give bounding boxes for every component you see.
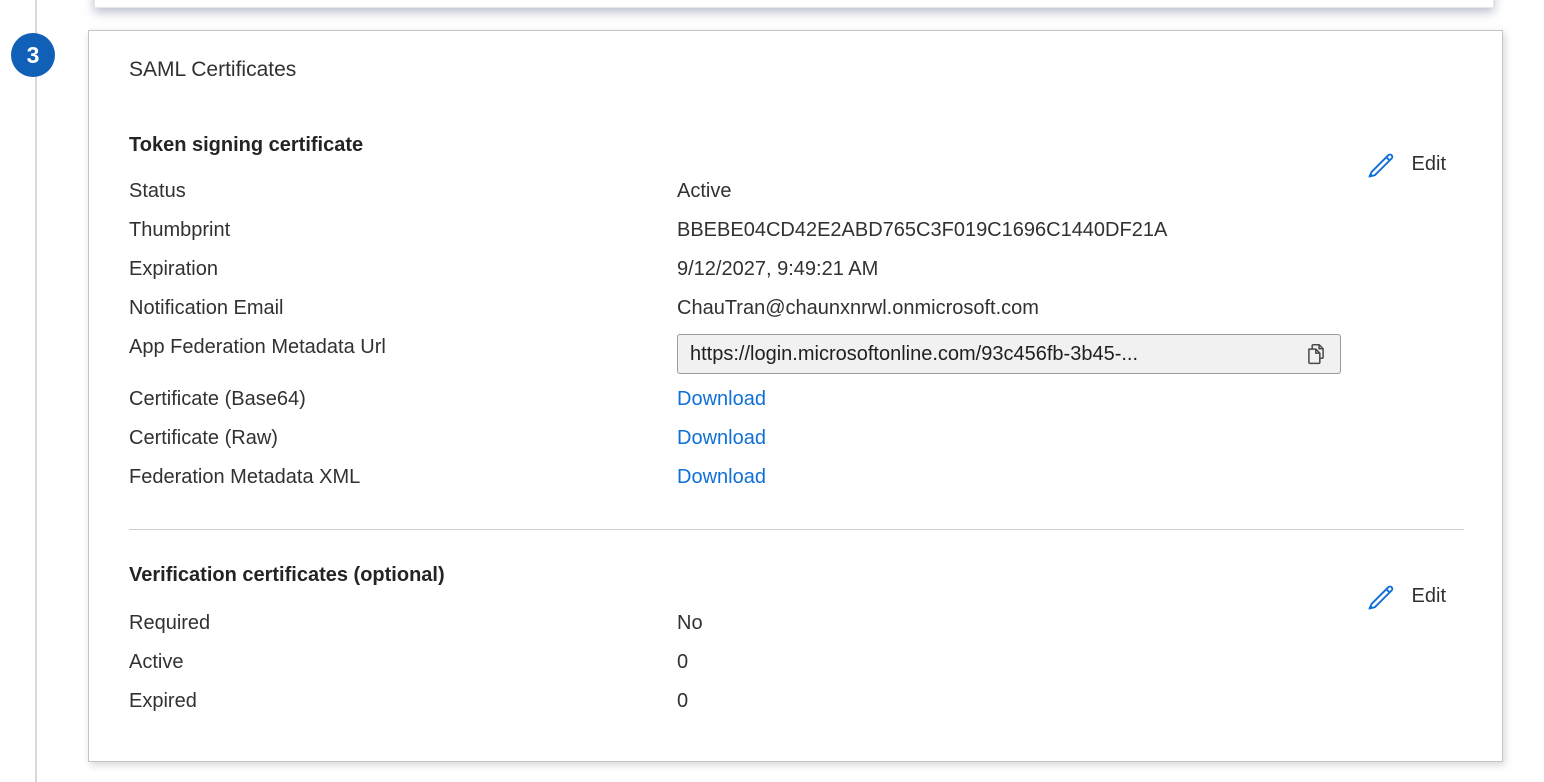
certificate-base64-row: Certificate (Base64) Download bbox=[129, 380, 1341, 419]
certificate-raw-row: Certificate (Raw) Download bbox=[129, 419, 1341, 458]
thumbprint-row: Thumbprint BBEBE04CD42E2ABD765C3F019C169… bbox=[129, 211, 1341, 250]
card-title: SAML Certificates bbox=[129, 58, 296, 82]
federation-metadata-xml-row: Federation Metadata XML Download bbox=[129, 458, 1341, 497]
token-signing-rows: Status Active Thumbprint BBEBE04CD42E2AB… bbox=[129, 172, 1341, 497]
status-row: Status Active bbox=[129, 172, 1341, 211]
step-timeline-line bbox=[35, 0, 37, 782]
app-federation-metadata-url-row: App Federation Metadata Url https://logi… bbox=[129, 328, 1341, 380]
required-label: Required bbox=[129, 604, 677, 643]
notification-email-label: Notification Email bbox=[129, 289, 677, 328]
required-value: No bbox=[677, 604, 703, 643]
previous-card-bottom-edge bbox=[94, 0, 1494, 8]
expired-row: Expired 0 bbox=[129, 682, 703, 721]
download-certificate-base64-link[interactable]: Download bbox=[677, 380, 766, 419]
step-number: 3 bbox=[27, 42, 40, 69]
active-value: 0 bbox=[677, 643, 688, 682]
expiration-row: Expiration 9/12/2027, 9:49:21 AM bbox=[129, 250, 1341, 289]
notification-email-row: Notification Email ChauTran@chaunxnrwl.o… bbox=[129, 289, 1341, 328]
thumbprint-label: Thumbprint bbox=[129, 211, 677, 250]
section-divider bbox=[129, 529, 1464, 530]
active-label: Active bbox=[129, 643, 677, 682]
step-3-badge: 3 bbox=[11, 33, 55, 77]
edit-token-signing-button[interactable]: Edit bbox=[1366, 148, 1446, 180]
verification-certificates-heading: Verification certificates (optional) bbox=[129, 564, 445, 587]
edit-button-label: Edit bbox=[1412, 153, 1446, 176]
app-federation-metadata-url-label: App Federation Metadata Url bbox=[129, 328, 677, 367]
download-federation-metadata-xml-link[interactable]: Download bbox=[677, 458, 766, 497]
edit-verification-certificates-button[interactable]: Edit bbox=[1366, 580, 1446, 612]
app-federation-metadata-url-field[interactable]: https://login.microsoftonline.com/93c456… bbox=[677, 334, 1341, 374]
pencil-icon bbox=[1366, 148, 1398, 180]
certificate-base64-label: Certificate (Base64) bbox=[129, 380, 677, 419]
certificate-raw-label: Certificate (Raw) bbox=[129, 419, 677, 458]
token-signing-certificate-heading: Token signing certificate bbox=[129, 134, 363, 157]
expired-label: Expired bbox=[129, 682, 677, 721]
expired-value: 0 bbox=[677, 682, 688, 721]
verification-rows: Required No Active 0 Expired 0 bbox=[129, 604, 703, 721]
app-federation-metadata-url-value: https://login.microsoftonline.com/93c456… bbox=[690, 335, 1296, 373]
saml-certificates-card: SAML Certificates Token signing certific… bbox=[88, 30, 1503, 762]
active-row: Active 0 bbox=[129, 643, 703, 682]
federation-metadata-xml-label: Federation Metadata XML bbox=[129, 458, 677, 497]
notification-email-value: ChauTran@chaunxnrwl.onmicrosoft.com bbox=[677, 289, 1039, 328]
expiration-label: Expiration bbox=[129, 250, 677, 289]
pencil-icon bbox=[1366, 580, 1398, 612]
copy-icon[interactable] bbox=[1304, 342, 1328, 366]
edit-button-label: Edit bbox=[1412, 585, 1446, 608]
required-row: Required No bbox=[129, 604, 703, 643]
status-label: Status bbox=[129, 172, 677, 211]
status-value: Active bbox=[677, 172, 731, 211]
download-certificate-raw-link[interactable]: Download bbox=[677, 419, 766, 458]
expiration-value: 9/12/2027, 9:49:21 AM bbox=[677, 250, 878, 289]
thumbprint-value: BBEBE04CD42E2ABD765C3F019C1696C1440DF21A bbox=[677, 211, 1167, 250]
